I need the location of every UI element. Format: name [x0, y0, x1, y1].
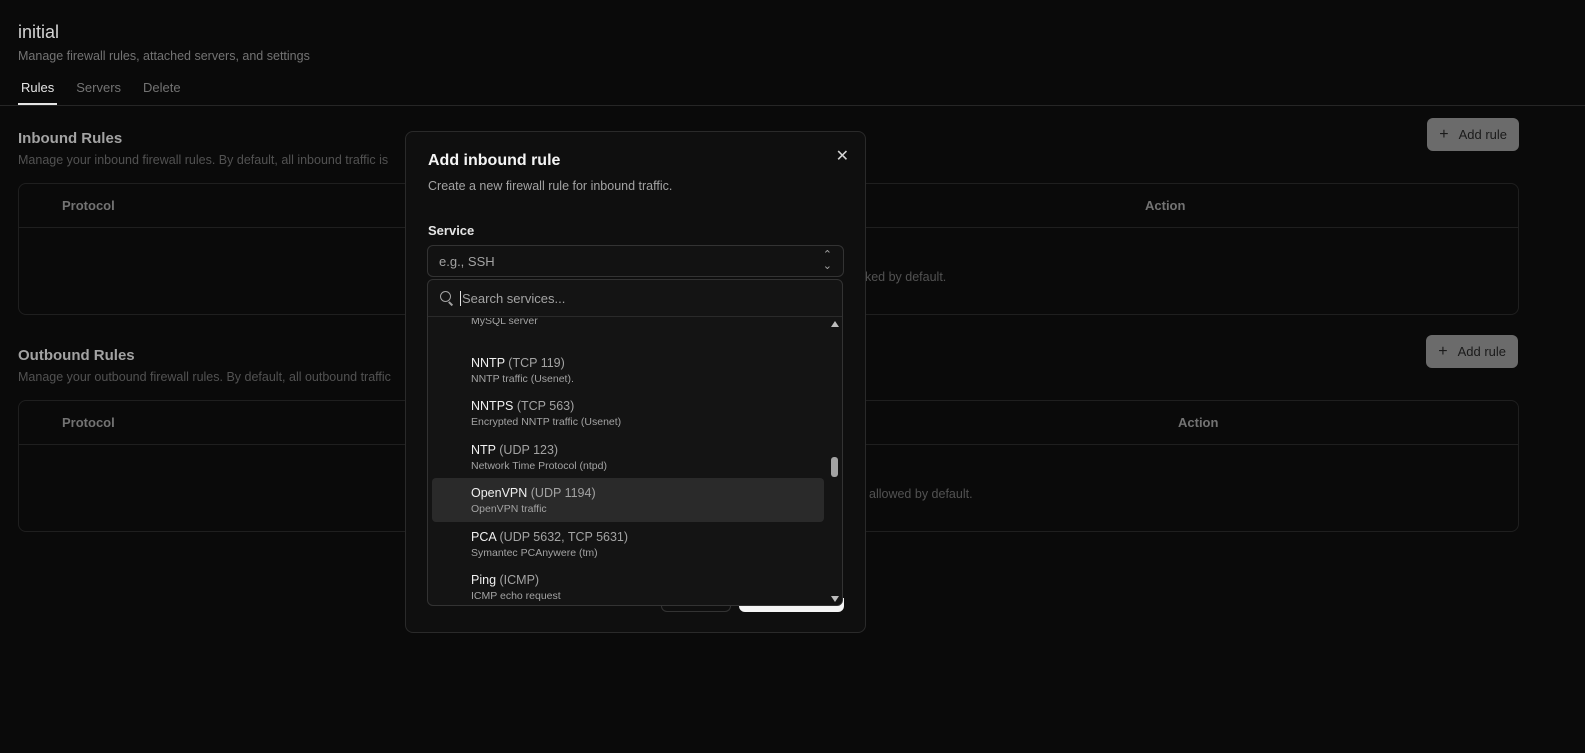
service-option-name: NNTPS	[471, 399, 514, 413]
tabs-divider	[0, 105, 1585, 106]
add-inbound-rule-button[interactable]: + Add rule	[1427, 118, 1519, 151]
service-option-name: NTP	[471, 442, 496, 457]
tab-delete[interactable]: Delete	[140, 78, 184, 105]
service-search-row	[428, 280, 842, 317]
service-option-port: (UDP 5632, TCP 5631)	[499, 529, 629, 544]
service-option-title: NNTPS (TCP 563)	[471, 399, 824, 413]
service-select-value: e.g., SSH	[439, 253, 495, 269]
dialog-title: Add inbound rule	[428, 152, 561, 169]
close-icon[interactable]: ✕	[836, 146, 849, 166]
inbound-col-protocol: Protocol	[62, 198, 115, 213]
page-title: initial	[18, 22, 60, 42]
service-list-scrollbar[interactable]	[828, 318, 842, 605]
outbound-col-action: Action	[1178, 415, 1219, 430]
service-option-name: Ping	[471, 573, 497, 587]
service-option-port: (TCP 119)	[508, 355, 565, 370]
service-option-title: NNTP (TCP 119)	[471, 356, 824, 370]
service-list-inner: MySQL server NNTP (TCP 119) NNTP traffic (…	[428, 318, 828, 605]
scrollbar-thumb[interactable]	[831, 457, 838, 477]
plus-icon: +	[1439, 125, 1449, 143]
service-option[interactable]: PCA (UDP 5632, TCP 5631) Symantec PCAnywe…	[432, 522, 824, 566]
inbound-col-action: Action	[1145, 198, 1186, 213]
service-option-title: PCA (UDP 5632, TCP 5631)	[471, 530, 824, 544]
service-option-name: NNTP	[471, 355, 505, 370]
service-option-description: Network Time Protocol (ntpd)	[471, 459, 607, 472]
service-option[interactable]: NNTPS (TCP 563) Encrypted NNTP traffic (U…	[432, 391, 824, 435]
service-option-description: MySQL server	[471, 318, 538, 327]
scroll-down-arrow-icon[interactable]	[831, 596, 839, 602]
service-label: Service	[428, 223, 475, 238]
service-dropdown: MySQL server NNTP (TCP 119) NNTP traffic (…	[427, 279, 843, 606]
service-option-description: Encrypted NNTP traffic (Usenet)	[471, 416, 622, 428]
add-outbound-rule-label: Add rule	[1457, 344, 1506, 359]
outbound-empty-text: allowed by default.	[869, 487, 973, 501]
service-option-description: ICMP echo request	[471, 590, 561, 602]
tab-bar: Rules Servers Delete	[18, 78, 200, 105]
search-icon	[440, 291, 454, 305]
plus-icon: +	[1438, 342, 1448, 360]
service-option-name: OpenVPN	[471, 486, 528, 500]
service-option-name: PCA	[471, 529, 497, 544]
service-option-title: NTP (UDP 123)	[471, 443, 824, 457]
service-option-description: OpenVPN traffic	[471, 503, 547, 515]
service-search-input[interactable]	[460, 290, 800, 306]
service-option-port: (UDP 123)	[499, 442, 559, 457]
dialog-description: Create a new firewall rule for inbound t…	[428, 179, 673, 193]
service-option-port: (UDP 1194)	[530, 486, 596, 500]
service-option[interactable]: Ping (ICMP) ICMP echo request	[432, 565, 824, 605]
service-option[interactable]: MySQL server	[432, 318, 824, 348]
service-list: MySQL server NNTP (TCP 119) NNTP traffic (…	[428, 318, 828, 605]
service-select[interactable]: e.g., SSH ⌃ ⌄	[427, 245, 844, 277]
outbound-col-protocol: Protocol	[62, 415, 115, 430]
scroll-up-arrow-icon[interactable]	[831, 321, 839, 327]
service-option-description: NNTP traffic (Usenet).	[471, 372, 574, 385]
page-header: initial Manage firewall rules, attached …	[18, 22, 310, 63]
tab-servers[interactable]: Servers	[73, 78, 124, 105]
service-option-description: Symantec PCAnywere (tm)	[471, 546, 598, 559]
add-inbound-rule-label: Add rule	[1458, 127, 1507, 142]
service-option-port: (TCP 563)	[516, 399, 575, 413]
service-option-port: (ICMP)	[499, 573, 540, 587]
service-option-title: OpenVPN (UDP 1194)	[471, 486, 824, 500]
chevron-up-down-icon: ⌃ ⌄	[822, 249, 832, 272]
service-option-title: Ping (ICMP)	[471, 573, 824, 587]
add-outbound-rule-button[interactable]: + Add rule	[1426, 335, 1518, 368]
tab-rules[interactable]: Rules	[18, 78, 58, 105]
service-option[interactable]: NNTP (TCP 119) NNTP traffic (Usenet).	[432, 348, 824, 392]
service-option[interactable]: OpenVPN (UDP 1194) OpenVPN traffic	[432, 478, 824, 522]
service-option[interactable]: NTP (UDP 123) Network Time Protocol (ntpd…	[432, 435, 824, 479]
page-subtitle: Manage firewall rules, attached servers,…	[18, 49, 310, 63]
